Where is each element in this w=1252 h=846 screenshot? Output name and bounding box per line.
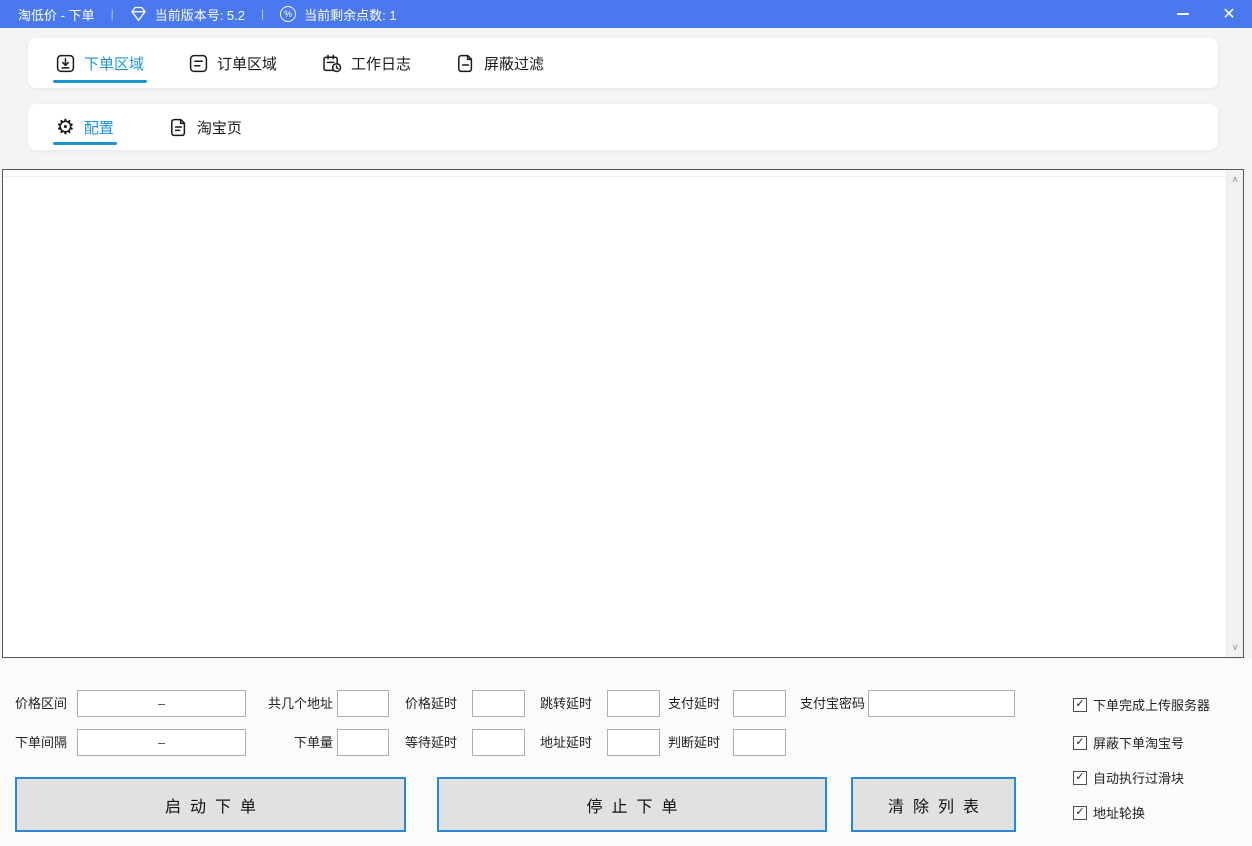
wait-delay-input[interactable]	[472, 729, 525, 756]
tab-label: 下单区域	[84, 53, 144, 74]
checkbox-address-rotate[interactable]: ✓ 地址轮换	[1073, 803, 1145, 822]
scroll-up-arrow[interactable]: ∧	[1227, 171, 1243, 188]
percent-circle-icon: %	[280, 6, 296, 22]
work-log-icon	[322, 54, 342, 73]
alipay-password-label: 支付宝密码	[800, 690, 865, 717]
address-delay-label: 地址延时	[540, 729, 592, 756]
titlebar-separator: |	[111, 7, 114, 21]
points-label: 当前剩余点数: 1	[304, 5, 396, 24]
judge-delay-input[interactable]	[733, 729, 786, 756]
pay-delay-input[interactable]	[733, 690, 786, 717]
titlebar: 淘低价 - 下单 | 当前版本号: 5.2 | % 当前剩余点数: 1 ✕	[0, 0, 1252, 28]
jump-delay-label: 跳转延时	[540, 690, 592, 717]
order-quantity-label: 下单量	[250, 729, 333, 756]
minimize-button[interactable]	[1160, 0, 1206, 28]
price-delay-label: 价格延时	[405, 690, 457, 717]
tab-config[interactable]: ⚙ 配置	[56, 104, 114, 150]
titlebar-separator: |	[261, 7, 264, 21]
close-button[interactable]: ✕	[1206, 0, 1252, 28]
clear-list-button[interactable]: 清除列表	[851, 777, 1016, 832]
button-label: 启动下单	[165, 793, 265, 817]
judge-delay-label: 判断延时	[668, 729, 720, 756]
checkmark-icon: ✓	[1073, 771, 1087, 785]
checkmark-icon: ✓	[1073, 736, 1087, 750]
checkbox-block-account[interactable]: ✓ 屏蔽下单淘宝号	[1073, 733, 1184, 752]
version-label: 当前版本号: 5.2	[155, 5, 245, 24]
filter-doc-icon	[456, 54, 475, 73]
checkbox-label: 下单完成上传服务器	[1093, 695, 1210, 714]
checkbox-label: 屏蔽下单淘宝号	[1093, 733, 1184, 752]
tab-order-list-area[interactable]: 订单区域	[189, 38, 277, 88]
checkbox-upload-server[interactable]: ✓ 下单完成上传服务器	[1073, 695, 1210, 714]
jump-delay-input[interactable]	[607, 690, 660, 717]
price-range-input[interactable]	[77, 690, 246, 717]
tab-block-filter[interactable]: 屏蔽过滤	[456, 38, 544, 88]
tab-work-log[interactable]: 工作日志	[322, 38, 411, 88]
stop-order-button[interactable]: 停止下单	[437, 777, 827, 832]
tab-taobao-page[interactable]: 淘宝页	[169, 104, 242, 150]
list-header-divider	[3, 176, 1226, 177]
address-count-label: 共几个地址	[250, 690, 333, 717]
price-delay-input[interactable]	[472, 690, 525, 717]
taobao-page-icon	[169, 118, 188, 137]
gear-icon: ⚙	[56, 117, 75, 138]
vertical-scrollbar[interactable]: ∧ ∨	[1226, 170, 1243, 657]
start-order-button[interactable]: 启动下单	[15, 777, 406, 832]
order-interval-input[interactable]	[77, 729, 246, 756]
scroll-down-arrow[interactable]: ∨	[1227, 639, 1243, 656]
tab-label: 订单区域	[217, 53, 277, 74]
address-delay-input[interactable]	[607, 729, 660, 756]
tab-label: 配置	[84, 117, 114, 138]
checkmark-icon: ✓	[1073, 698, 1087, 712]
address-count-input[interactable]	[337, 690, 389, 717]
button-label: 停止下单	[586, 793, 686, 817]
pay-delay-label: 支付延时	[668, 690, 720, 717]
alipay-password-input[interactable]	[868, 690, 1015, 717]
app-title: 淘低价 - 下单	[18, 5, 95, 24]
order-interval-label: 下单间隔	[15, 729, 67, 756]
tab-label: 屏蔽过滤	[484, 53, 544, 74]
order-quantity-input[interactable]	[337, 729, 389, 756]
main-tab-bar: 下单区域 订单区域 工作日志	[28, 38, 1218, 88]
button-label: 清除列表	[888, 793, 988, 817]
order-list-area[interactable]: ∧ ∨	[2, 169, 1244, 658]
order-list-icon	[189, 54, 208, 73]
checkbox-auto-slider[interactable]: ✓ 自动执行过滑块	[1073, 768, 1184, 787]
checkmark-icon: ✓	[1073, 806, 1087, 820]
sub-tab-bar: ⚙ 配置 淘宝页	[28, 104, 1218, 150]
price-range-label: 价格区间	[15, 690, 67, 717]
tab-order-area[interactable]: 下单区域	[56, 38, 144, 88]
window-controls: ✕	[1160, 0, 1252, 28]
checkbox-label: 自动执行过滑块	[1093, 768, 1184, 787]
diamond-icon	[130, 6, 147, 22]
checkbox-label: 地址轮换	[1093, 803, 1145, 822]
tab-label: 工作日志	[351, 53, 411, 74]
download-box-icon	[56, 54, 75, 73]
wait-delay-label: 等待延时	[405, 729, 457, 756]
tab-label: 淘宝页	[197, 117, 242, 138]
